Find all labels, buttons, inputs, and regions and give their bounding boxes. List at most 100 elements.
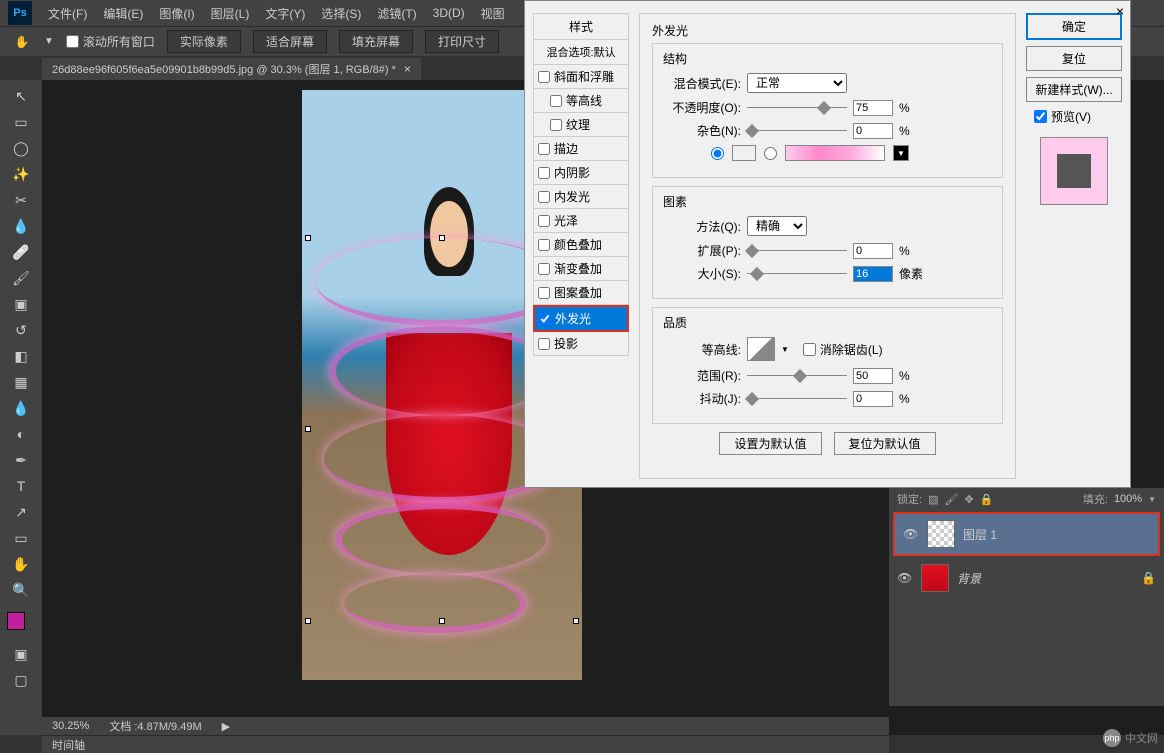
glow-color-swatch[interactable] xyxy=(732,145,756,161)
scroll-all-checkbox[interactable]: 滚动所有窗口 xyxy=(66,33,155,50)
dropdown-icon[interactable]: ▼ xyxy=(44,36,54,47)
lasso-tool-icon[interactable]: ◯ xyxy=(9,136,33,160)
menu-layer[interactable]: 图层(L) xyxy=(203,5,258,22)
cancel-button[interactable]: 复位 xyxy=(1026,46,1122,71)
transform-handle[interactable] xyxy=(439,618,445,624)
fill-value[interactable]: 100% xyxy=(1114,493,1142,505)
antialias-checkbox[interactable]: 消除锯齿(L) xyxy=(803,341,883,358)
technique-select[interactable]: 精确 xyxy=(747,216,807,236)
timeline-tab[interactable]: 时间轴 xyxy=(42,735,889,753)
lock-all-icon[interactable]: 🔒 xyxy=(980,493,994,506)
reset-default-button[interactable]: 复位为默认值 xyxy=(834,432,936,455)
zoom-value[interactable]: 30.25% xyxy=(52,720,89,732)
spread-input[interactable] xyxy=(853,243,893,259)
dialog-close-button[interactable]: × xyxy=(1116,3,1124,19)
ok-button[interactable]: 确定 xyxy=(1026,13,1122,40)
heal-tool-icon[interactable]: 🩹 xyxy=(9,240,33,264)
blend-mode-select[interactable]: 正常 xyxy=(747,73,847,93)
menu-edit[interactable]: 编辑(E) xyxy=(95,5,151,22)
pen-tool-icon[interactable]: ✒ xyxy=(9,448,33,472)
range-slider[interactable] xyxy=(747,369,847,383)
menu-image[interactable]: 图像(I) xyxy=(151,5,202,22)
move-tool-icon[interactable]: ↖ xyxy=(9,84,33,108)
color-swatches[interactable] xyxy=(7,612,35,640)
style-drop-shadow[interactable]: 投影 xyxy=(533,332,629,356)
stamp-tool-icon[interactable]: ▣ xyxy=(9,292,33,316)
path-tool-icon[interactable]: ↗ xyxy=(9,500,33,524)
layer-name[interactable]: 图层 1 xyxy=(963,526,997,543)
fill-screen-button[interactable]: 填充屏幕 xyxy=(339,30,413,53)
screenmode-icon[interactable]: ▢ xyxy=(9,668,33,692)
contour-picker[interactable] xyxy=(747,337,775,361)
transform-handle[interactable] xyxy=(439,235,445,241)
range-input[interactable] xyxy=(853,368,893,384)
hand-tool-icon[interactable]: ✋ xyxy=(9,552,33,576)
opacity-slider[interactable] xyxy=(747,101,847,115)
menu-file[interactable]: 文件(F) xyxy=(40,5,95,22)
shape-tool-icon[interactable]: ▭ xyxy=(9,526,33,550)
style-contour[interactable]: 等高线 xyxy=(533,89,629,113)
menu-select[interactable]: 选择(S) xyxy=(313,5,369,22)
menu-view[interactable]: 视图 xyxy=(473,5,513,22)
preview-checkbox[interactable]: 预览(V) xyxy=(1026,108,1122,125)
layer-row-background[interactable]: 👁 背景 🔒 xyxy=(889,558,1164,598)
style-bevel[interactable]: 斜面和浮雕 xyxy=(533,65,629,89)
style-stroke[interactable]: 描边 xyxy=(533,137,629,161)
style-inner-glow[interactable]: 内发光 xyxy=(533,185,629,209)
layer-row-1[interactable]: 👁 图层 1 xyxy=(895,514,1158,554)
glow-gradient-swatch[interactable] xyxy=(785,145,885,161)
transform-handle[interactable] xyxy=(305,618,311,624)
blur-tool-icon[interactable]: 💧 xyxy=(9,396,33,420)
layer-name[interactable]: 背景 xyxy=(957,570,981,587)
noise-slider[interactable] xyxy=(747,124,847,138)
quickmask-icon[interactable]: ▣ xyxy=(9,642,33,666)
dodge-tool-icon[interactable]: ◐ xyxy=(9,422,33,446)
layer-thumbnail[interactable] xyxy=(921,564,949,592)
style-outer-glow[interactable]: 外发光 xyxy=(535,307,627,330)
style-inner-shadow[interactable]: 内阴影 xyxy=(533,161,629,185)
foreground-color[interactable] xyxy=(7,612,25,630)
lock-image-icon[interactable]: 🖌 xyxy=(944,493,958,506)
text-tool-icon[interactable]: T xyxy=(9,474,33,498)
wand-tool-icon[interactable]: ✨ xyxy=(9,162,33,186)
size-input[interactable] xyxy=(853,266,893,282)
eraser-tool-icon[interactable]: ◧ xyxy=(9,344,33,368)
size-slider[interactable] xyxy=(747,267,847,281)
set-default-button[interactable]: 设置为默认值 xyxy=(719,432,821,455)
style-satin[interactable]: 光泽 xyxy=(533,209,629,233)
menu-3d[interactable]: 3D(D) xyxy=(425,6,473,20)
zoom-tool-icon[interactable]: 🔍 xyxy=(9,578,33,602)
menu-filter[interactable]: 滤镜(T) xyxy=(369,5,424,22)
crop-tool-icon[interactable]: ✂ xyxy=(9,188,33,212)
solid-color-radio[interactable] xyxy=(711,147,724,160)
jitter-input[interactable] xyxy=(853,391,893,407)
styles-header[interactable]: 样式 xyxy=(533,13,629,40)
fill-dropdown-icon[interactable]: ▼ xyxy=(1148,495,1156,504)
style-gradient-overlay[interactable]: 渐变叠加 xyxy=(533,257,629,281)
lock-position-icon[interactable]: ✥ xyxy=(964,493,973,506)
contour-dropdown-icon[interactable]: ▼ xyxy=(781,345,789,354)
print-size-button[interactable]: 打印尺寸 xyxy=(425,30,499,53)
spread-slider[interactable] xyxy=(747,244,847,258)
transform-handle[interactable] xyxy=(305,235,311,241)
jitter-slider[interactable] xyxy=(747,392,847,406)
opacity-input[interactable] xyxy=(853,100,893,116)
visibility-icon[interactable]: 👁 xyxy=(903,527,919,541)
new-style-button[interactable]: 新建样式(W)... xyxy=(1026,77,1122,102)
doc-info[interactable]: 文档 :4.87M/9.49M xyxy=(109,718,201,734)
tab-close-icon[interactable]: × xyxy=(404,62,411,76)
fit-screen-button[interactable]: 适合屏幕 xyxy=(253,30,327,53)
gradient-dropdown-icon[interactable]: ▼ xyxy=(893,145,909,161)
blend-options-item[interactable]: 混合选项:默认 xyxy=(533,40,629,65)
visibility-icon[interactable]: 👁 xyxy=(897,571,913,585)
history-brush-icon[interactable]: ↺ xyxy=(9,318,33,342)
actual-pixels-button[interactable]: 实际像素 xyxy=(167,30,241,53)
style-pattern-overlay[interactable]: 图案叠加 xyxy=(533,281,629,305)
noise-input[interactable] xyxy=(853,123,893,139)
brush-tool-icon[interactable]: 🖌 xyxy=(9,266,33,290)
transform-handle[interactable] xyxy=(305,426,311,432)
menu-text[interactable]: 文字(Y) xyxy=(257,5,313,22)
gradient-radio[interactable] xyxy=(764,147,777,160)
gradient-tool-icon[interactable]: ▦ xyxy=(9,370,33,394)
transform-handle[interactable] xyxy=(573,618,579,624)
